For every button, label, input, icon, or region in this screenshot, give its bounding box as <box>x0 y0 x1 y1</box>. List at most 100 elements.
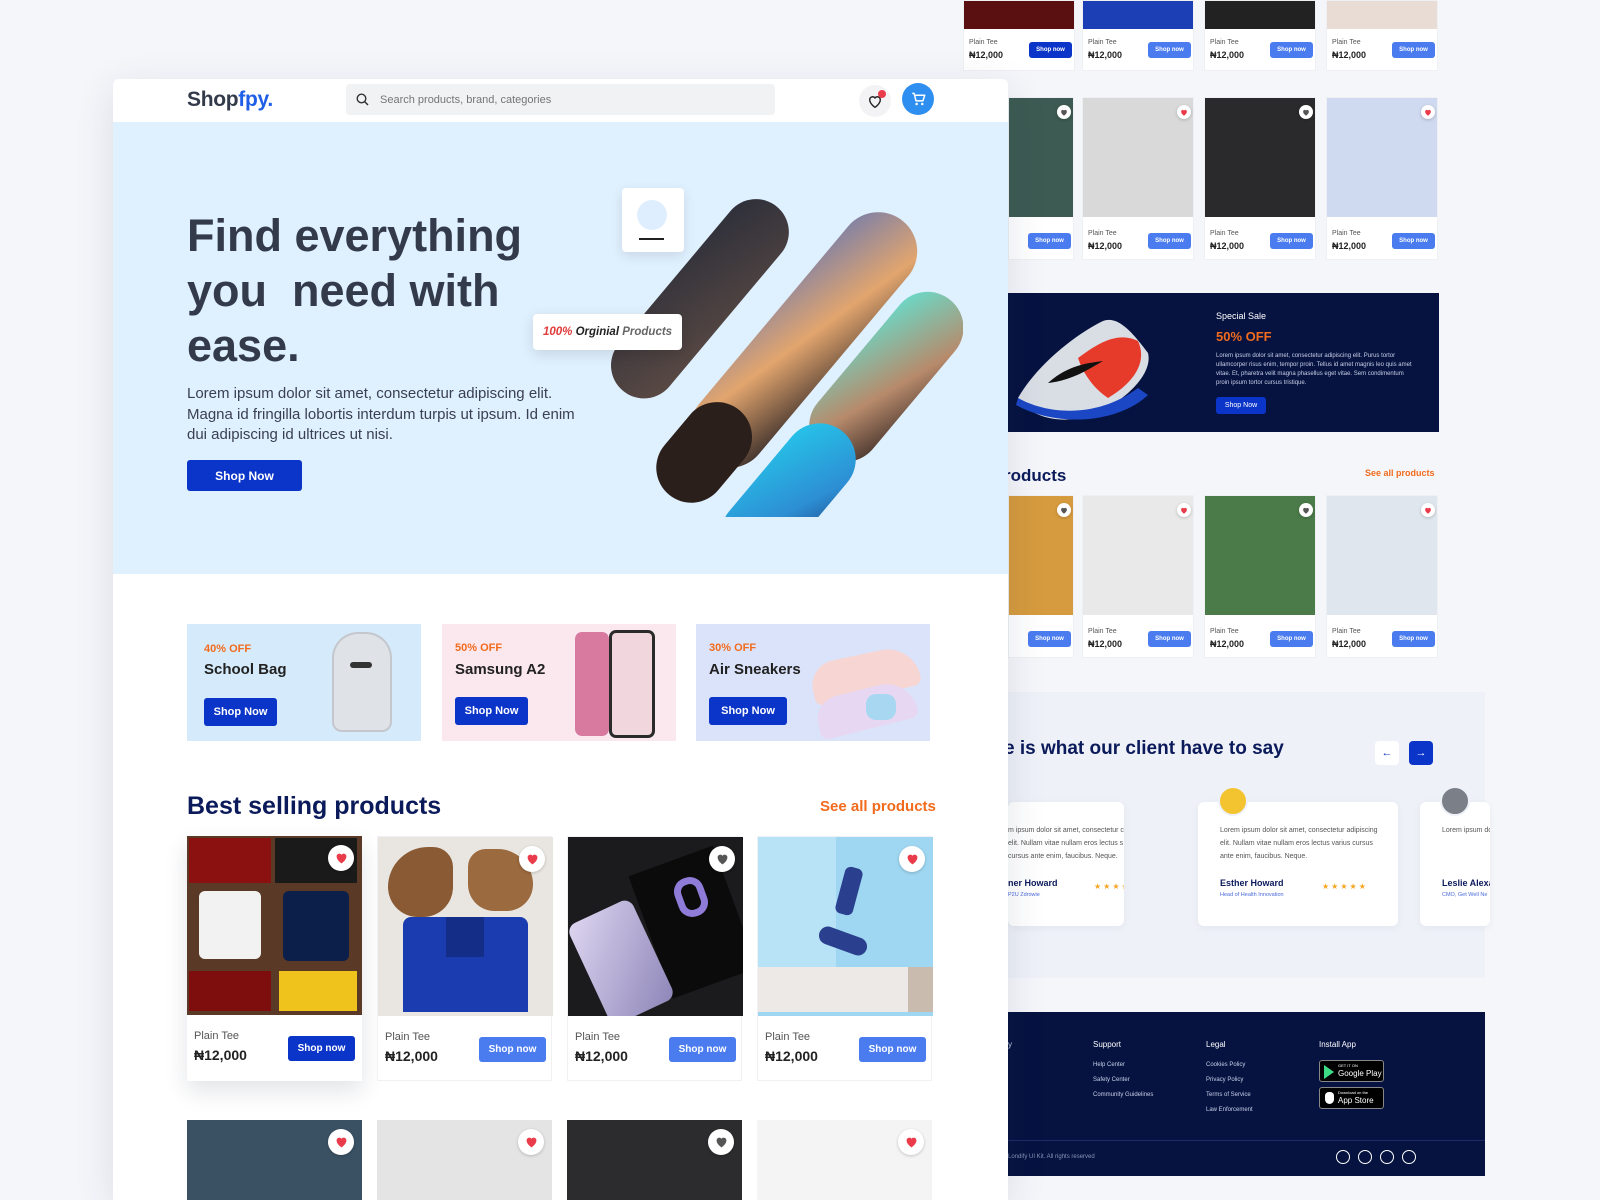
footer-link[interactable]: Help Center <box>1093 1062 1153 1068</box>
product-shop-now-button[interactable]: Shop now <box>1029 42 1072 58</box>
wishlist-toggle[interactable] <box>1299 503 1313 517</box>
wishlist-toggle[interactable] <box>518 1129 544 1155</box>
wishlist-toggle[interactable] <box>1057 105 1071 119</box>
wishlist-button[interactable] <box>859 85 891 117</box>
wishlist-toggle[interactable] <box>1177 503 1191 517</box>
right-see-all-link[interactable]: See all products <box>1365 468 1435 478</box>
wishlist-toggle[interactable] <box>328 1129 354 1155</box>
product-card[interactable]: Plain Tee ₦12,000 Shop now <box>1204 97 1316 260</box>
product-name: Plain Tee <box>1088 39 1117 46</box>
heart-icon <box>336 853 346 864</box>
promo-card-3[interactable]: 30% OFF Air Sneakers Shop Now <box>696 624 930 741</box>
cart-button[interactable] <box>902 83 934 115</box>
product-card[interactable]: Plain Tee ₦12,000 Shop now <box>757 836 933 1081</box>
heart-icon <box>527 854 537 865</box>
wishlist-toggle[interactable] <box>1057 503 1071 517</box>
hero-section: Find everything you need with ease. Lore… <box>113 122 1008 574</box>
wishlist-toggle[interactable] <box>1421 105 1435 119</box>
product-shop-now-button[interactable]: Shop now <box>1270 42 1313 58</box>
wishlist-toggle[interactable] <box>1421 503 1435 517</box>
best-selling-heading: Best selling products <box>187 792 442 820</box>
product-name: Plain Tee <box>1088 230 1117 237</box>
footer-link[interactable]: Terms of Service <box>1206 1092 1253 1098</box>
promo-card-1[interactable]: 40% OFF School Bag Shop Now <box>187 624 421 741</box>
product-card[interactable] <box>377 1120 552 1200</box>
dribbble-icon[interactable] <box>1358 1150 1372 1164</box>
youtube-icon[interactable] <box>1402 1150 1416 1164</box>
wishlist-toggle[interactable] <box>1177 105 1191 119</box>
product-shop-now-button[interactable]: Shop now <box>1028 631 1071 647</box>
footer-link[interactable]: Cookies Policy <box>1206 1062 1253 1068</box>
wishlist-toggle[interactable] <box>898 1129 924 1155</box>
testimonial-name: Leslie Alexa <box>1442 878 1490 888</box>
wishlist-toggle[interactable] <box>709 846 735 872</box>
product-shop-now-button[interactable]: Shop now <box>1148 233 1191 249</box>
hero-title-line-3: ease. <box>187 320 300 371</box>
product-card[interactable]: Plain Tee ₦12,000 Shop now <box>567 836 743 1081</box>
prev-arrow-button[interactable]: ← <box>1375 741 1399 765</box>
app-store-button[interactable]: Download on the App Store <box>1319 1087 1384 1109</box>
product-card[interactable]: Plain Tee ₦12,000 Shop now <box>1326 97 1438 260</box>
wishlist-toggle[interactable] <box>1299 105 1313 119</box>
sale-text: Lorem ipsum dolor sit amet, consectetur … <box>1216 353 1412 386</box>
product-shop-now-button[interactable]: Shop now <box>1028 233 1071 249</box>
promo-shop-now-button[interactable]: Shop Now <box>455 697 528 725</box>
twitter-icon[interactable] <box>1380 1150 1394 1164</box>
product-shop-now-button[interactable]: Shop now <box>1392 233 1435 249</box>
hero-shop-now-button[interactable]: Shop Now <box>187 460 302 491</box>
cart-icon <box>911 92 925 106</box>
logo[interactable]: Shopfpy. <box>187 88 273 112</box>
search-bar[interactable] <box>346 84 775 115</box>
footer-link[interactable]: Law Enforcement <box>1206 1107 1253 1113</box>
instagram-icon[interactable] <box>1336 1150 1350 1164</box>
search-input[interactable] <box>380 84 760 115</box>
heart-icon <box>1303 109 1309 116</box>
wishlist-toggle[interactable] <box>899 846 925 872</box>
original-products-badge: 100% Orginial Products <box>533 314 682 350</box>
product-card[interactable]: Plain Tee ₦12,000 Shop now <box>1082 0 1194 71</box>
product-shop-now-button[interactable]: Shop now <box>479 1037 546 1062</box>
product-shop-now-button[interactable]: Shop now <box>1148 42 1191 58</box>
product-card[interactable]: Plain Tee ₦12,000 Shop now <box>1082 495 1194 658</box>
product-card[interactable]: Plain Tee ₦12,000 Shop now <box>1326 0 1438 71</box>
wishlist-toggle[interactable] <box>519 846 545 872</box>
product-card[interactable]: Plain Tee ₦12,000 Shop now <box>963 0 1075 71</box>
product-shop-now-button[interactable]: Shop now <box>1148 631 1191 647</box>
google-play-button[interactable]: GET IT ON Google Play <box>1319 1060 1384 1082</box>
product-shop-now-button[interactable]: Shop now <box>669 1037 736 1062</box>
product-shop-now-button[interactable]: Shop now <box>1392 631 1435 647</box>
product-card[interactable]: Plain Tee ₦12,000 Shop now <box>1326 495 1438 658</box>
product-card[interactable] <box>757 1120 932 1200</box>
product-card[interactable] <box>567 1120 742 1200</box>
footer-link[interactable]: Community Guidelines <box>1093 1092 1153 1098</box>
product-shop-now-button[interactable]: Shop now <box>1270 631 1313 647</box>
see-all-products-link[interactable]: See all products <box>820 798 936 815</box>
promo-shop-now-button[interactable]: Shop Now <box>709 697 787 725</box>
promo-card-2[interactable]: 50% OFF Samsung A2 Shop Now <box>442 624 676 741</box>
footer-link[interactable]: Privacy Policy <box>1206 1077 1253 1083</box>
product-card[interactable]: Shop now <box>1008 97 1074 260</box>
product-card[interactable]: Plain Tee ₦12,000 Shop now <box>187 836 362 1081</box>
special-sale-banner: Special Sale 50% OFF Lorem ipsum dolor s… <box>1008 293 1439 432</box>
wishlist-toggle[interactable] <box>708 1129 734 1155</box>
product-card[interactable]: Plain Tee ₦12,000 Shop now <box>1204 0 1316 71</box>
product-card[interactable]: Shop now <box>1008 495 1074 658</box>
product-card[interactable]: Plain Tee ₦12,000 Shop now <box>1204 495 1316 658</box>
product-card[interactable]: Plain Tee ₦12,000 Shop now <box>377 836 553 1081</box>
product-shop-now-button[interactable]: Shop now <box>1392 42 1435 58</box>
promo-shop-now-button[interactable]: Shop Now <box>204 698 277 726</box>
product-shop-now-button[interactable]: Shop now <box>859 1037 926 1062</box>
next-arrow-button[interactable]: → <box>1409 741 1433 765</box>
promo-name: Air Sneakers <box>709 661 801 678</box>
footer-link[interactable]: Safety Center <box>1093 1077 1153 1083</box>
badge-percent: 100% <box>542 326 573 338</box>
product-card[interactable] <box>187 1120 362 1200</box>
footer-divider <box>1008 1140 1485 1141</box>
right-section-heading: roducts <box>1004 466 1067 485</box>
sale-shop-button[interactable]: Shop Now <box>1216 397 1266 414</box>
heart-icon <box>1061 109 1067 116</box>
product-shop-now-button[interactable]: Shop now <box>1270 233 1313 249</box>
wishlist-toggle[interactable] <box>328 845 354 871</box>
product-shop-now-button[interactable]: Shop now <box>288 1036 355 1061</box>
product-card[interactable]: Plain Tee ₦12,000 Shop now <box>1082 97 1194 260</box>
